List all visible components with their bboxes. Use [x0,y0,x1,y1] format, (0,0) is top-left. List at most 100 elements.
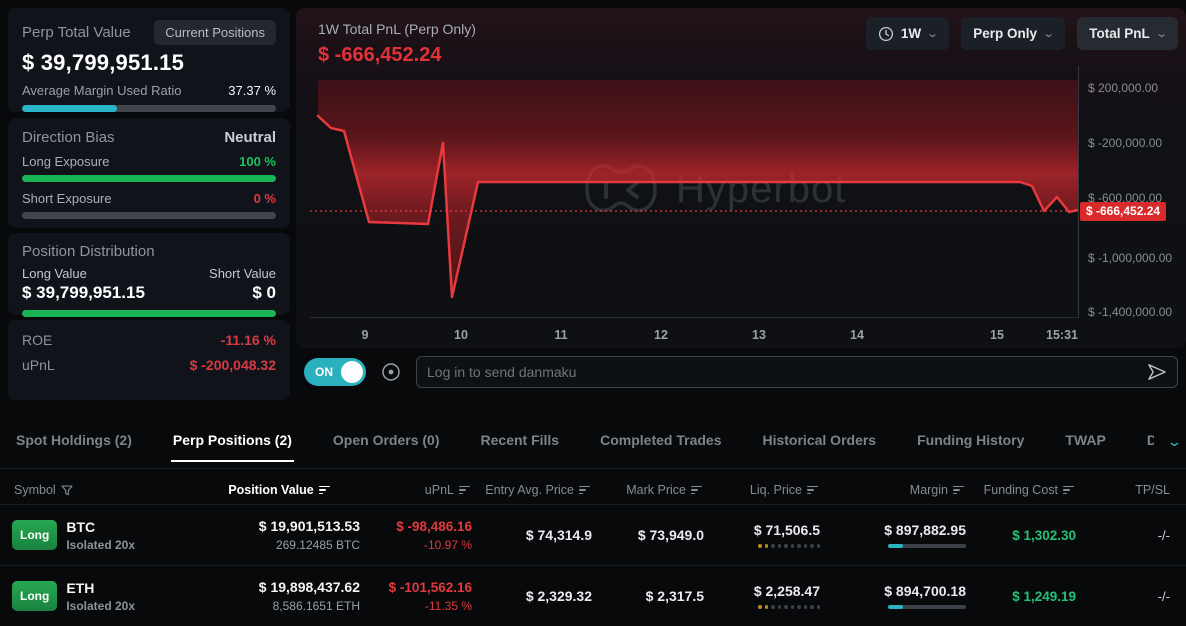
danmaku-input-wrap [416,356,1178,388]
filter-icon[interactable] [61,485,73,496]
long-exposure-progressbar [22,175,276,182]
scope-dropdown[interactable]: Perp Only ⌄ [961,17,1065,50]
short-value: $ 0 [252,283,276,303]
y-tick-label: $ -200,000.00 [1088,136,1162,150]
pnl-plot-area [310,80,1078,318]
sort-icon [579,486,590,495]
position-value-cell: $ 19,901,513.53 269.12485 BTC [200,518,360,552]
sort-icon [459,486,470,495]
x-tick-label: 10 [454,328,468,342]
distribution-progressbar [22,310,276,317]
danmaku-input[interactable] [427,364,1138,380]
chart-current-pnl: $ -666,452.24 [318,44,441,67]
col-upnl[interactable]: uPnL [360,483,472,497]
app-root: Perp Total Value Current Positions $ 39,… [0,0,1186,626]
sort-icon [953,486,964,495]
liq-price-cell: $ 2,258.47 [704,583,820,609]
x-tick-label: 15 [990,328,1004,342]
chevron-down-icon: ⌄ [1042,27,1055,40]
sort-icon [319,486,330,495]
table-row-eth: Long ETH Isolated 20x $ 19,898,437.62 8,… [0,565,1186,626]
avg-margin-value: 37.37 % [228,83,276,98]
side-badge: Long [12,581,57,611]
current-positions-button[interactable]: Current Positions [154,20,276,45]
sort-icon [691,486,702,495]
tab-completed-trades[interactable]: Completed Trades [598,424,723,460]
roe-label: ROE [22,332,52,348]
range-dropdown-label: 1W [901,26,921,41]
tpsl-cell[interactable]: -/- [1076,528,1186,543]
sort-icon [807,486,818,495]
side-badge: Long [12,520,57,550]
danmaku-bar: ON [304,356,1178,388]
upnl-cell: $ -98,486.16 -10.97 % [360,519,472,552]
col-position-value[interactable]: Position Value [200,483,360,497]
long-exposure-value: 100 % [239,154,276,169]
col-funding-cost[interactable]: Funding Cost [966,483,1076,497]
perp-total-value-card: Perp Total Value Current Positions $ 39,… [8,8,290,112]
send-icon[interactable] [1146,362,1167,382]
y-axis-line [1078,66,1079,318]
symbol-cell: Long ETH Isolated 20x [0,580,200,613]
upnl-value: $ -200,048.32 [190,357,276,373]
funding-cost-cell: $ 1,249.19 [966,589,1076,604]
x-tick-label: 13 [752,328,766,342]
y-tick-label: $ -1,400,000.00 [1088,305,1172,319]
chart-title: 1W Total PnL (Perp Only) [318,21,476,37]
col-entry-price[interactable]: Entry Avg. Price [472,483,592,497]
perp-total-value: $ 39,799,951.15 [22,50,276,76]
pnl-chart-card: 1W Total PnL (Perp Only) $ -666,452.24 1… [296,8,1186,348]
x-tick-label: 15:31 [1046,328,1078,342]
tabs-overflow-chevron-icon[interactable]: ⌄ [1166,434,1182,450]
margin-progressbar [888,605,966,609]
short-exposure-label: Short Exposure [22,191,112,206]
tab-historical-orders[interactable]: Historical Orders [760,424,878,460]
liq-risk-dots [704,544,820,548]
tab-deposits-withdrawals[interactable]: Deposits & Withdraw [1145,424,1154,460]
x-tick-label: 9 [362,328,369,342]
short-exposure-progressbar [22,212,276,219]
distribution-progress-fill [22,310,276,317]
sort-icon [1063,486,1074,495]
margin-cell: $ 894,700.18 [820,583,966,609]
tab-spot-holdings[interactable]: Spot Holdings (2) [14,424,134,460]
clock-icon [878,26,894,42]
symbol-leverage: Isolated 20x [66,599,135,613]
perp-total-value-label: Perp Total Value [22,24,131,41]
long-value: $ 39,799,951.15 [22,283,145,303]
danmaku-settings-icon[interactable] [379,360,403,384]
margin-progressbar [888,544,966,548]
position-distribution-card: Position Distribution Long Value Short V… [8,233,290,315]
col-symbol[interactable]: Symbol [0,483,200,497]
liq-price-cell: $ 71,506.5 [704,522,820,548]
tab-perp-positions[interactable]: Perp Positions (2) [171,424,294,462]
pnl-chart-svg [310,80,1078,318]
col-margin[interactable]: Margin [820,483,966,497]
avg-margin-label: Average Margin Used Ratio [22,83,181,98]
long-exposure-label: Long Exposure [22,154,109,169]
danmaku-toggle[interactable]: ON [304,358,366,386]
col-liq-price[interactable]: Liq. Price [704,483,820,497]
current-pnl-tag: $ -666,452.24 [1080,202,1166,221]
col-mark-price[interactable]: Mark Price [592,483,704,497]
position-distribution-label: Position Distribution [22,243,276,260]
positions-table-header: Symbol Position Value uPnL Entry Avg. Pr… [0,476,1186,504]
mark-price-cell: $ 2,317.5 [592,588,704,604]
tab-twap[interactable]: TWAP [1063,424,1107,460]
short-exposure-value: 0 % [254,191,276,206]
danmaku-toggle-label: ON [315,365,333,379]
chart-controls: 1W ⌄ Perp Only ⌄ Total PnL ⌄ [866,17,1178,50]
tab-funding-history[interactable]: Funding History [915,424,1026,460]
upnl-label: uPnL [22,357,55,373]
tpsl-cell[interactable]: -/- [1076,589,1186,604]
direction-bias-value: Neutral [224,129,276,146]
liq-risk-dots [704,605,820,609]
tab-recent-fills[interactable]: Recent Fills [479,424,562,460]
tab-open-orders[interactable]: Open Orders (0) [331,424,442,460]
roe-value: -11.16 % [221,332,276,348]
direction-bias-card: Direction Bias Neutral Long Exposure 100… [8,118,290,228]
metric-dropdown[interactable]: Total PnL ⌄ [1077,17,1178,50]
range-dropdown[interactable]: 1W ⌄ [866,17,949,50]
x-tick-label: 14 [850,328,864,342]
long-exposure-progress-fill [22,175,276,182]
